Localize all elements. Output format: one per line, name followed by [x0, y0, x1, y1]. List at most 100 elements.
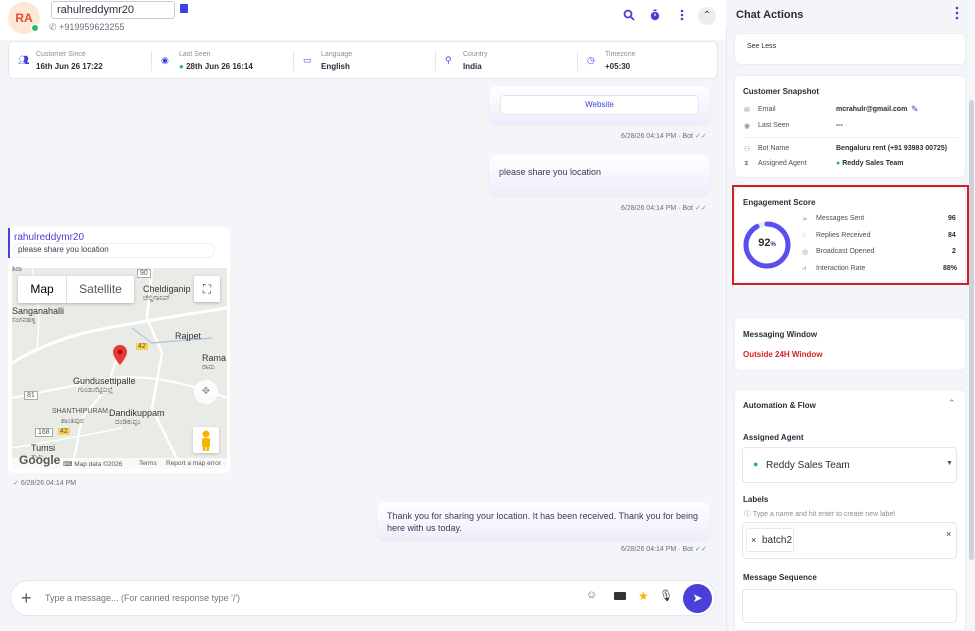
- message-meta: 6/28/26 04:14 PM · Bot ✓✓: [621, 204, 707, 212]
- website-button[interactable]: Website: [500, 95, 699, 115]
- info-value: 16th Jun 26 17:22: [36, 62, 103, 71]
- street-view-pegman-icon[interactable]: [193, 427, 219, 453]
- chevron-up-icon[interactable]: ⌃: [948, 398, 956, 409]
- map-pin-icon: [113, 345, 127, 370]
- agent-status-icon: ●: [836, 160, 841, 167]
- card-title: Automation & Flow: [743, 401, 816, 410]
- assigned-agent-select[interactable]: ● Reddy Sales Team ▼: [742, 447, 957, 483]
- map-place-label: Sanganahalli: [12, 306, 65, 316]
- search-icon[interactable]: [622, 9, 636, 23]
- message-meta: 6/28/26 04:14 PM · Bot ✓✓: [621, 545, 707, 553]
- hourglass-icon: ⧗: [744, 160, 749, 167]
- card-title: Messaging Window: [743, 330, 818, 339]
- phone-icon: ✆: [49, 22, 57, 32]
- info-last-seen: ◉ Last Seen ● 28th Jun 26 16:14: [152, 42, 294, 80]
- see-less-link[interactable]: See Less: [747, 43, 776, 50]
- card-title: Customer Snapshot: [743, 87, 820, 96]
- info-customer-since: 👥︎ Customer Since 16th Jun 26 17:22: [9, 42, 151, 80]
- edit-icon[interactable]: ✎: [911, 104, 919, 115]
- double-check-icon: ✓✓: [694, 133, 707, 140]
- outgoing-message-bubble: Thank you for sharing your location. It …: [377, 502, 710, 540]
- terms-link[interactable]: Terms: [139, 460, 157, 467]
- row-label: Last Seen: [758, 122, 790, 129]
- message-input[interactable]: [45, 590, 565, 606]
- more-vertical-icon[interactable]: [954, 6, 960, 25]
- sidebar-scrollbar[interactable]: [969, 100, 974, 560]
- collapse-header-button[interactable]: ⌃: [698, 7, 716, 25]
- outgoing-message-bubble: please share you location: [489, 155, 710, 195]
- sidebar-title: Chat Actions: [736, 9, 804, 21]
- customer-snapshot-card: Customer Snapshot ✉ Email mcrahulr@gmail…: [734, 75, 966, 178]
- agent-name: Reddy Sales Team: [842, 160, 904, 167]
- info-label: Timezone: [605, 51, 636, 58]
- info-label: Last Seen: [179, 51, 211, 58]
- messaging-window-card: Messaging Window Outside 24H Window: [734, 317, 966, 371]
- message-sequence-select[interactable]: [742, 589, 957, 623]
- save-icon[interactable]: [180, 4, 188, 13]
- info-country: ⚲ Country India: [436, 42, 578, 80]
- field-label: Message Sequence: [743, 573, 817, 582]
- fullscreen-icon[interactable]: ⛶: [194, 276, 220, 302]
- double-check-icon: ✓✓: [694, 546, 707, 553]
- microphone-icon[interactable]: 🎙︎: [659, 589, 673, 602]
- last-seen-value: ---: [836, 122, 843, 129]
- more-vertical-icon[interactable]: [675, 9, 689, 23]
- road-shield: 42: [58, 428, 70, 435]
- info-timezone: ◷ Timezone +05:30: [578, 42, 718, 80]
- send-icon: ➤: [692, 591, 703, 605]
- timer-icon[interactable]: [648, 9, 662, 23]
- message-text: please share you location: [499, 167, 602, 177]
- phone-number: +919959623255: [59, 22, 125, 32]
- plus-icon[interactable]: +: [21, 589, 32, 607]
- label-chip: × batch2: [746, 528, 794, 552]
- road-shield: 168: [35, 428, 53, 437]
- map-place-label: ಸಂಗನಹಳ್ಳಿ: [12, 317, 36, 324]
- mail-icon: ✉: [744, 107, 750, 114]
- map-pan-control[interactable]: ✥: [194, 380, 218, 404]
- map-place-label: Dandikuppam: [109, 408, 165, 418]
- map-place-label: ಶಾಂತಿಪುರ: [61, 418, 84, 425]
- chevron-up-icon: ⌃: [702, 10, 712, 21]
- language-icon: ▭: [303, 55, 312, 65]
- info-value: +05:30: [605, 62, 631, 71]
- satellite-tab[interactable]: Satellite: [67, 276, 134, 303]
- template-icon[interactable]: [614, 592, 626, 600]
- message-composer: + ☺ ★ 🎙︎: [10, 580, 716, 616]
- row-label: Email: [758, 106, 776, 113]
- info-label: Language: [321, 51, 353, 58]
- info-value: India: [463, 62, 482, 71]
- quoted-reply-text: please share you location: [14, 244, 214, 257]
- labels-hint: ⓘ Type a name and hit enter to create ne…: [744, 509, 895, 519]
- map-place-label: Tumsi: [31, 443, 56, 453]
- hint-text: Type a name and hit enter to create new …: [752, 511, 895, 518]
- send-button[interactable]: ➤: [683, 584, 712, 613]
- message-timestamp: 6/28/26 04:14 PM · Bot: [621, 546, 693, 553]
- messaging-window-status: Outside 24H Window: [743, 350, 823, 359]
- map-attribution: ⌨ Map data ©2026: [63, 460, 122, 468]
- remove-label-icon[interactable]: ×: [751, 535, 756, 545]
- contact-name-input[interactable]: rahulreddymr20: [51, 1, 175, 19]
- google-logo: Google: [19, 453, 61, 467]
- row-label: Assigned Agent: [758, 160, 807, 167]
- double-check-icon: ✓✓: [694, 205, 707, 212]
- agent-status-icon: ●: [753, 459, 759, 469]
- map-data-text: Map data ©2026: [74, 461, 123, 468]
- emoji-icon[interactable]: ☺: [586, 589, 597, 601]
- map-place-label: ದಂಡಿಕುಪ್ಪಂ: [115, 419, 141, 426]
- bot-icon: ⚇: [744, 146, 751, 153]
- eye-icon: ◉: [744, 123, 751, 130]
- message-timestamp: 6/28/26 04:14 PM · Bot: [621, 133, 693, 140]
- star-icon[interactable]: ★: [638, 589, 649, 603]
- road-shield: 42: [136, 343, 148, 350]
- report-map-error-link[interactable]: Report a map error: [166, 460, 221, 467]
- online-status-dot: [31, 24, 39, 32]
- info-label: Customer Since: [36, 51, 86, 58]
- map-tab[interactable]: Map: [18, 276, 66, 303]
- keyboard-icon: ⌨: [63, 461, 73, 468]
- label-chip-text: batch2: [762, 535, 793, 546]
- clear-labels-icon[interactable]: ×: [946, 529, 951, 539]
- map-place-label: Gundusettipalle: [73, 376, 136, 386]
- info-value: ● 28th Jun 26 16:14: [179, 62, 253, 71]
- map-place-label: SHANTHIPURAM: [52, 408, 109, 415]
- see-less-card: See Less: [734, 33, 966, 65]
